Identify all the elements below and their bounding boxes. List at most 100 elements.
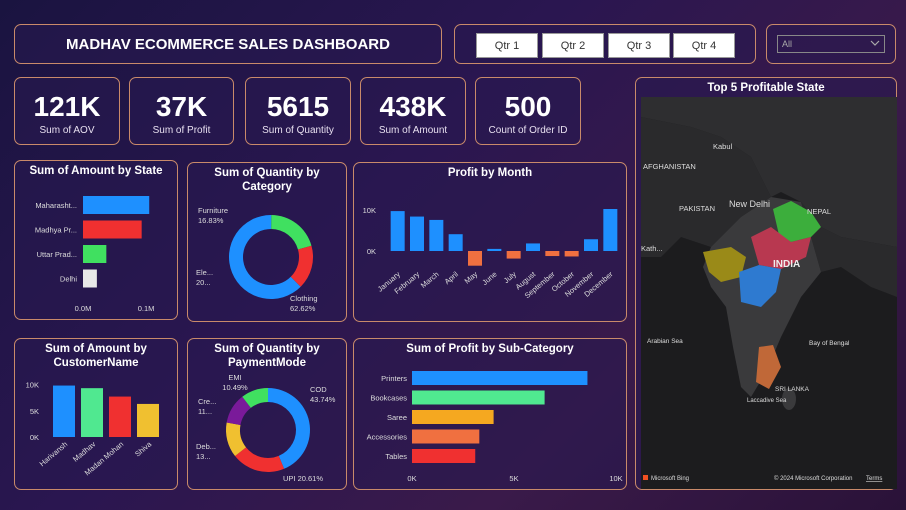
kpi-label: Sum of Profit <box>152 125 211 136</box>
month-bar <box>468 251 482 266</box>
month-bar <box>390 211 405 251</box>
category-label: Furniture <box>198 206 228 215</box>
subcategory-tick-label: Accessories <box>367 433 408 442</box>
category-label: 16.83% <box>198 216 224 225</box>
amount-by-customer-panel: Sum of Amount by CustomerName 0K 5K 10K Har… <box>14 338 178 490</box>
payment-label: 10.49% <box>222 383 248 392</box>
payment-label: Cre... <box>198 397 216 406</box>
dashboard-title: MADHAV ECOMMERCE SALES DASHBOARD <box>66 35 390 53</box>
month-bar <box>584 239 598 251</box>
month-bar <box>506 251 521 259</box>
state-bar <box>83 220 142 239</box>
state-x-tick: 0.1M <box>138 304 155 313</box>
kpi-value: 500 <box>504 91 552 122</box>
subcategory-x-tick: 0K <box>407 474 416 483</box>
quarter-slicer: Qtr 1 Qtr 2 Qtr 3 Qtr 4 <box>454 24 756 64</box>
qtr2-button[interactable]: Qtr 2 <box>542 33 604 58</box>
payment-label: 11... <box>198 407 212 416</box>
state-tick-label: Delhi <box>60 275 77 284</box>
qtr1-button[interactable]: Qtr 1 <box>476 33 538 58</box>
month-bar <box>545 251 560 257</box>
quantity-by-category-chart: Clothing62.62% Ele...20... Furniture16.83% <box>196 206 318 313</box>
dashboard-title-panel: MADHAV ECOMMERCE SALES DASHBOARD <box>14 24 442 64</box>
kpi-value: 121K <box>33 91 101 122</box>
map-label-arabian-sea: Arabian Sea <box>647 338 683 345</box>
state-tick-label: Madhya Pr... <box>35 226 77 235</box>
subcategory-bar <box>412 449 476 463</box>
month-bar <box>487 248 502 251</box>
category-label: Ele... <box>196 268 213 277</box>
category-slice <box>271 215 312 250</box>
map-label-bay-of-bengal: Bay of Bengal <box>809 340 850 347</box>
month-bar <box>410 216 424 251</box>
kpi-label: Sum of Quantity <box>262 125 334 136</box>
quantity-by-payment-chart: COD43.74% UPI 20.61% Deb...13... Cre...11..… <box>196 373 336 483</box>
qtr3-button[interactable]: Qtr 3 <box>608 33 670 58</box>
kpi-card-order-count: 500 Count of Order ID <box>475 77 581 145</box>
filter-panel: All <box>766 24 896 64</box>
payment-label: 43.74% <box>310 395 336 404</box>
bing-logo-icon <box>643 475 648 480</box>
payment-slice <box>268 388 310 469</box>
customer-bar <box>109 396 131 437</box>
payment-label: EMI <box>228 373 241 382</box>
map-label-nepal: NEPAL <box>807 207 831 216</box>
kpi-value: 37K <box>155 91 208 122</box>
customer-y-tick: 0K <box>30 433 39 442</box>
india-map[interactable]: Kabul AFGHANISTAN PAKISTAN New Delhi NEP… <box>641 97 897 489</box>
subcategory-tick-label: Bookcases <box>370 394 407 403</box>
month-x-tick: June <box>480 270 498 287</box>
subcategory-tick-label: Printers <box>381 374 407 383</box>
month-y-tick: 0K <box>367 247 376 256</box>
map-label-pakistan: PAKISTAN <box>679 204 715 213</box>
customer-x-tick: Harivansh <box>38 440 70 469</box>
customer-x-tick: Shiva <box>133 439 154 458</box>
subcategory-tick-label: Tables <box>385 452 407 461</box>
filter-dropdown[interactable]: All <box>777 35 885 53</box>
month-bar <box>448 234 463 251</box>
kpi-label: Count of Order ID <box>488 125 568 136</box>
qtr4-button[interactable]: Qtr 4 <box>673 33 735 58</box>
payment-label: Deb... <box>196 442 216 451</box>
subcategory-bar <box>412 371 588 385</box>
month-bar <box>526 243 540 251</box>
map-panel: Top 5 Profitable State Kabul AFGHANISTAN… <box>635 77 897 490</box>
subcategory-bar <box>412 390 545 405</box>
map-terms-link[interactable]: Terms <box>866 476 882 482</box>
kpi-label: Sum of AOV <box>39 125 95 136</box>
quantity-by-category-panel: Sum of Quantity by Category Clothing 62.6… <box>187 162 347 322</box>
state-tick-label: Maharasht... <box>35 201 77 210</box>
payment-label: COD <box>310 385 327 394</box>
state-bar <box>83 269 97 288</box>
month-x-tick: May <box>463 269 480 285</box>
customer-bar <box>137 403 159 437</box>
state-tick-label: Uttar Prad... <box>37 250 77 259</box>
kpi-card-profit: 37K Sum of Profit <box>129 77 234 145</box>
customer-x-tick: Madhav <box>71 439 97 463</box>
amount-by-customer-chart: 0K5K10KHarivansh MadhavMadan Mohan Shiva <box>26 381 159 477</box>
subcategory-x-tick: 10K <box>609 474 622 483</box>
month-bar <box>564 251 579 257</box>
category-label: 20... <box>196 278 211 287</box>
map-label-afghanistan: AFGHANISTAN <box>643 162 696 171</box>
filter-value: All <box>782 39 793 49</box>
month-x-tick: April <box>443 269 461 286</box>
state-bar <box>83 245 107 263</box>
month-x-tick: March <box>419 270 441 290</box>
subcategory-x-tick: 5K <box>509 474 518 483</box>
kpi-value: 5615 <box>266 91 330 122</box>
profit-by-month-panel: Profit by Month 10K 0K January February Marc… <box>353 162 627 322</box>
profit-by-month-chart: 10K0KJanuaryFebruaryMarch April May June Jul… <box>363 206 618 300</box>
kpi-card-amount: 438K Sum of Amount <box>360 77 466 145</box>
map-footer-left: Microsoft Bing <box>651 476 689 482</box>
customer-y-tick: 5K <box>30 407 39 416</box>
amount-by-state-chart: Maharasht... Madhya Pr... Uttar Prad... Del… <box>35 196 155 313</box>
chevron-down-icon <box>870 40 880 46</box>
month-bar <box>429 219 444 251</box>
subcategory-bar <box>412 429 480 444</box>
subcategory-tick-label: Saree <box>387 413 407 422</box>
month-y-tick: 10K <box>363 206 376 215</box>
payment-label: 13... <box>196 452 211 461</box>
profit-by-subcategory-panel: Sum of Profit by Sub-Category Printers Bo… <box>353 338 627 490</box>
customer-bar <box>81 388 103 437</box>
